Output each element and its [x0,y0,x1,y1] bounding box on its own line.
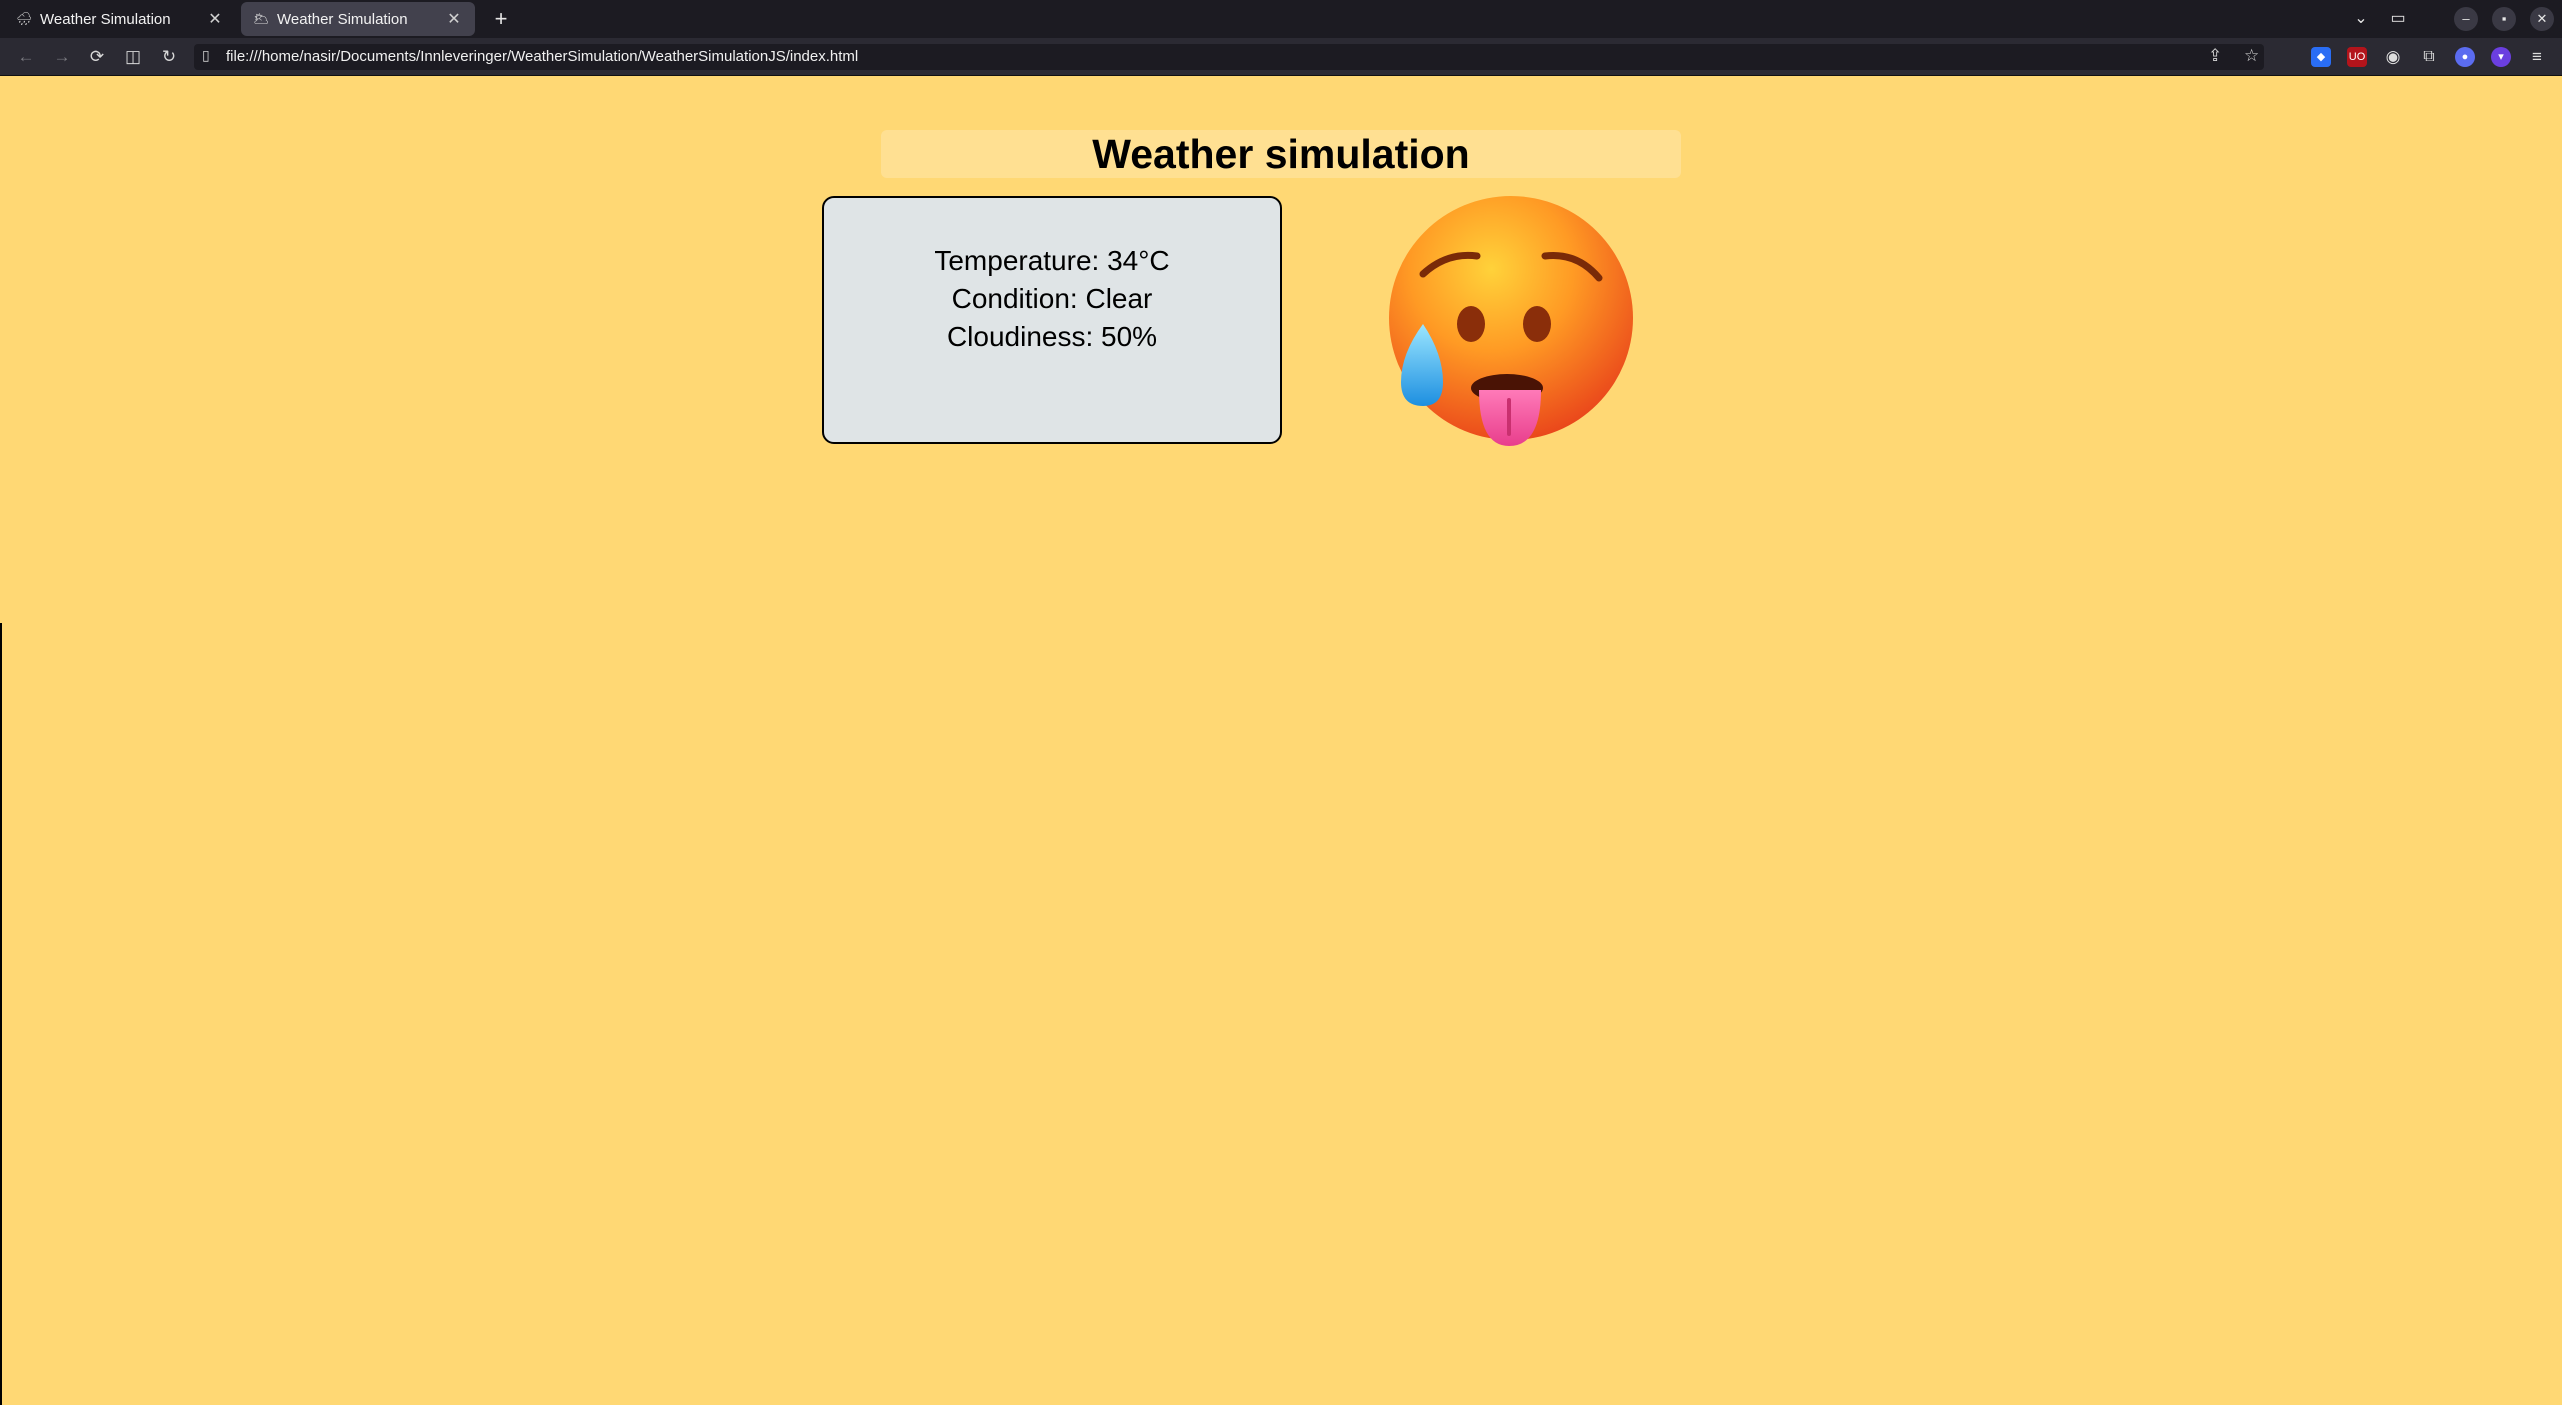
close-tab-icon[interactable]: ✕ [206,9,224,29]
forward-icon[interactable]: → [50,45,74,69]
partly-cloudy-icon: 🌥 [253,11,270,26]
sync-icon[interactable]: ⟳ [85,45,109,69]
weather-info-card: Temperature: 34°C Condition: Clear Cloud… [822,196,1282,444]
hot-face-emoji-icon [1389,196,1633,446]
tab-title: Weather Simulation [277,10,408,28]
sidebar-icon[interactable]: ◫ [121,45,145,69]
maximize-icon[interactable]: ▪ [2492,7,2516,31]
temperature-text: Temperature: 34°C [934,245,1170,276]
cloudiness-text: Cloudiness: 50% [946,321,1158,352]
extensions-puzzle-icon[interactable]: ⧉ [2419,47,2439,67]
close-window-icon[interactable]: ✕ [2530,7,2554,31]
minimize-icon[interactable]: – [2454,7,2478,31]
address-bar[interactable]: ▯ file:///home/nasir/Documents/Innleveri… [194,44,2264,70]
tab-title: Weather Simulation [40,10,171,28]
ublock-origin-extension-icon[interactable]: UO [2347,47,2367,67]
tab-weather-simulation-2[interactable]: 🌥 Weather Simulation ✕ [241,2,475,36]
bitwarden-extension-icon[interactable]: ◆ [2311,47,2331,67]
firefox-view-icon[interactable]: ▭ [2386,7,2410,31]
browser-tab-bar: 🌧 Weather Simulation ✕ 🌥 Weather Simulat… [0,0,2562,38]
proton-extension-icon[interactable]: ▾ [2491,47,2511,67]
bookmark-star-icon[interactable]: ☆ [2244,46,2259,66]
new-tab-button[interactable]: + [488,6,514,32]
reload-icon[interactable]: ↻ [157,45,181,69]
browser-nav-bar: ← → ⟳ ◫ ↻ ▯ file:///home/nasir/Documents… [0,38,2562,76]
page-edge-divider [0,623,2,1405]
rain-cloud-icon: 🌧 [16,11,33,26]
profile-extension-icon[interactable]: ● [2455,47,2475,67]
close-tab-icon[interactable]: ✕ [445,9,463,29]
title-banner: Weather simulation [881,130,1681,178]
tab-weather-simulation-1[interactable]: 🌧 Weather Simulation ✕ [4,2,236,36]
file-page-icon: ▯ [202,47,210,63]
url-text[interactable]: file:///home/nasir/Documents/Innlevering… [226,48,858,65]
condition-text: Condition: Clear [951,283,1153,314]
share-icon[interactable]: ⇪ [2208,46,2222,66]
app-menu-icon[interactable]: ≡ [2527,47,2547,67]
account-icon[interactable]: ◉ [2383,47,2403,67]
page-title: Weather simulation [1092,130,1470,177]
back-icon[interactable]: ← [14,45,38,69]
list-all-tabs-icon[interactable]: ⌄ [2349,7,2373,31]
